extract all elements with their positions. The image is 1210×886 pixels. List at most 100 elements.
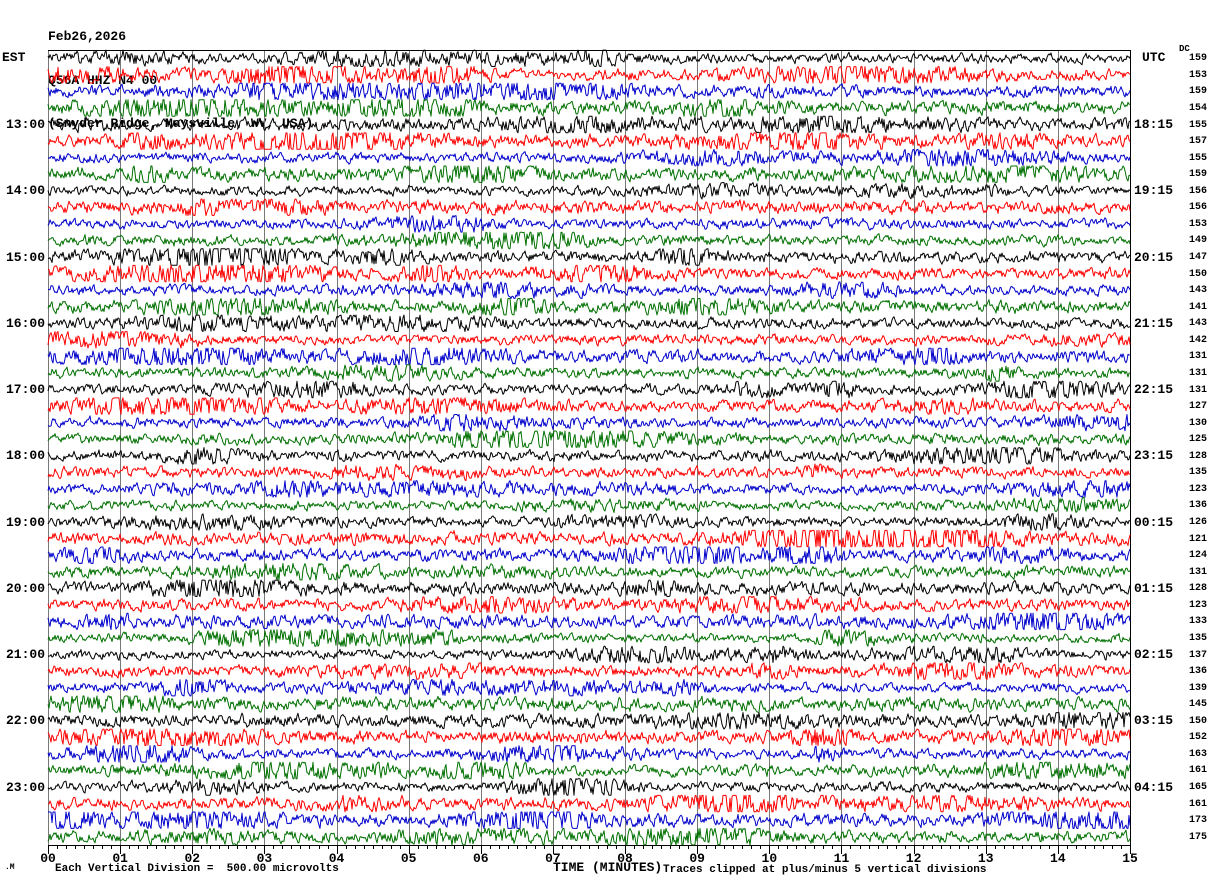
dc-value: 133 [1188, 616, 1207, 628]
x-axis-tick-label: 15 [1122, 851, 1138, 866]
dc-value: 147 [1188, 252, 1207, 264]
dc-value: 173 [1188, 815, 1207, 827]
seismogram-trace-row [47, 49, 1131, 67]
dc-value: 159 [1188, 53, 1207, 65]
watermark-glyph: .M [5, 863, 15, 872]
x-axis-title: TIME (MINUTES) [553, 860, 663, 875]
dc-value: 149 [1188, 235, 1207, 247]
seismogram-trace-row [47, 397, 1131, 415]
dc-value: 153 [1188, 69, 1207, 81]
dc-value: 121 [1188, 533, 1207, 545]
seismogram-plot [47, 49, 1131, 854]
dc-value: 156 [1188, 202, 1207, 214]
dc-value: 159 [1188, 86, 1207, 98]
dc-value: 139 [1188, 682, 1207, 694]
dc-value: 125 [1188, 434, 1207, 446]
dc-value: 161 [1188, 798, 1207, 810]
dc-value: 152 [1188, 732, 1207, 744]
seismogram-trace-row [47, 380, 1131, 399]
dc-value: 135 [1188, 467, 1207, 479]
seismogram-trace-row [47, 149, 1131, 167]
seismogram-trace-row [47, 82, 1131, 101]
seismogram-trace-row [47, 99, 1131, 117]
dc-value: 161 [1188, 765, 1207, 777]
seismogram-trace-row [47, 712, 1131, 730]
seismogram-trace-row [47, 347, 1131, 366]
dc-value: 127 [1188, 401, 1207, 413]
dc-value: 137 [1188, 649, 1207, 661]
seismogram-trace-row [47, 828, 1131, 846]
dc-value: 123 [1188, 483, 1207, 495]
left-hour-label: 16:00 [5, 315, 45, 331]
seismogram-trace-row [47, 645, 1131, 664]
dc-value: 154 [1188, 102, 1207, 114]
dc-value: 141 [1188, 301, 1207, 313]
x-axis-tick-label: 14 [1050, 851, 1066, 866]
x-axis-tick-label: 05 [400, 851, 417, 866]
clipping-note: Traces clipped at plus/minus 5 vertical … [663, 864, 987, 876]
seismogram-trace-row [47, 182, 1131, 200]
left-hour-label: 15:00 [5, 249, 45, 265]
dc-value: 156 [1188, 185, 1207, 197]
seismogram-trace-row [47, 314, 1131, 332]
dc-value: 136 [1188, 500, 1207, 512]
dc-value: 153 [1188, 218, 1207, 230]
seismogram-trace-row [47, 745, 1131, 763]
seismogram-trace-row [47, 281, 1131, 299]
seismogram-trace-row [47, 264, 1131, 283]
seismogram-trace-row [47, 629, 1131, 647]
left-hour-label: 22:00 [5, 713, 45, 729]
seismogram-trace-row [47, 132, 1131, 150]
seismogram-trace-row [47, 198, 1131, 216]
vertical-scale-note: Each Vertical Division = 500.00 microvol… [55, 863, 339, 875]
left-hour-label: 19:00 [5, 514, 45, 530]
left-hour-label: 20:00 [5, 580, 45, 596]
seismogram-trace-row [47, 529, 1131, 548]
seismogram-trace-row [47, 728, 1131, 746]
left-hour-label: 21:00 [5, 647, 45, 663]
seismogram-trace-row [47, 579, 1131, 597]
seismogram-trace-row [47, 546, 1131, 564]
seismogram-trace-row [47, 480, 1131, 498]
dc-value: 126 [1188, 517, 1207, 529]
dc-value: 128 [1188, 583, 1207, 595]
seismogram-trace-row [47, 695, 1131, 713]
left-hour-label: 13:00 [5, 117, 45, 133]
seismogram-trace-row [47, 447, 1131, 465]
dc-value: 131 [1188, 351, 1207, 363]
seismogram-trace-row [47, 513, 1131, 531]
left-hour-label: 14:00 [5, 183, 45, 199]
dc-value: 124 [1188, 550, 1207, 562]
seismogram-trace-row [47, 662, 1131, 680]
seismogram-trace-row [48, 811, 1131, 829]
dc-value: 131 [1188, 367, 1207, 379]
seismogram-trace-row [47, 248, 1131, 266]
seismogram-trace-row [47, 794, 1131, 813]
dc-value: 159 [1188, 169, 1207, 181]
seismogram-trace-row [47, 231, 1131, 250]
dc-value: 136 [1188, 666, 1207, 678]
dc-value: 143 [1188, 285, 1207, 297]
seismogram-trace-row [47, 115, 1131, 134]
dc-value: 142 [1188, 334, 1207, 346]
seismogram-trace-row [47, 761, 1131, 780]
seismogram-trace-row [47, 165, 1131, 183]
dc-value: 130 [1188, 417, 1207, 429]
seismogram-trace-row [47, 66, 1131, 84]
dc-value: 123 [1188, 599, 1207, 611]
dc-value: 131 [1188, 384, 1207, 396]
seismogram-trace-row [47, 215, 1131, 233]
seismogram-trace-row [47, 778, 1131, 796]
dc-value: 165 [1188, 782, 1207, 794]
seismogram-trace-row [47, 430, 1131, 448]
dc-value: 155 [1188, 152, 1207, 164]
dc-value: 150 [1188, 715, 1207, 727]
seismogram-trace-row [47, 496, 1131, 513]
seismogram-trace-row [47, 414, 1131, 432]
dc-value: 157 [1188, 136, 1207, 148]
dc-value: 155 [1188, 119, 1207, 131]
dc-value: 150 [1188, 268, 1207, 280]
dc-value: 131 [1188, 566, 1207, 578]
dc-value: 143 [1188, 318, 1207, 330]
x-axis-tick-label: 06 [472, 851, 489, 866]
